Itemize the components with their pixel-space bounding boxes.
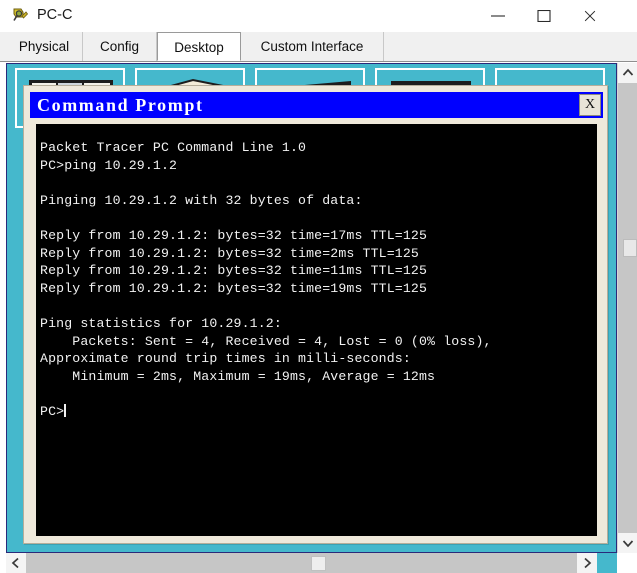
close-icon bbox=[584, 10, 596, 22]
maximize-button[interactable] bbox=[521, 0, 567, 32]
vertical-scrollbar-thumb[interactable] bbox=[620, 83, 637, 401]
horizontal-scrollbar[interactable] bbox=[6, 553, 617, 573]
tab-desktop[interactable]: Desktop bbox=[157, 32, 241, 61]
chevron-down-icon bbox=[622, 540, 634, 548]
horizontal-scrollbar-grip[interactable] bbox=[311, 556, 326, 571]
packet-tracer-icon bbox=[11, 6, 30, 25]
scroll-up-button[interactable] bbox=[618, 63, 637, 83]
chevron-up-icon bbox=[622, 68, 634, 76]
chevron-right-icon bbox=[584, 557, 592, 569]
horizontal-scrollbar-track[interactable] bbox=[26, 554, 597, 572]
command-prompt-close-label: X bbox=[584, 97, 596, 112]
scroll-down-button[interactable] bbox=[618, 533, 637, 553]
tab-config-label: Config bbox=[99, 39, 140, 54]
terminal-output: Packet Tracer PC Command Line 1.0 PC>pin… bbox=[40, 140, 492, 419]
tab-config[interactable]: Config bbox=[83, 32, 157, 61]
vertical-scrollbar-grip bbox=[623, 239, 637, 257]
window-titlebar: PC-C bbox=[0, 0, 637, 32]
desktop-panel: Command Prompt X Packet Tracer PC Comman… bbox=[6, 63, 617, 553]
terminal-cursor bbox=[64, 403, 66, 417]
maximize-icon bbox=[537, 10, 551, 22]
scrollbar-corner bbox=[597, 553, 617, 573]
command-prompt-titlebar[interactable]: Command Prompt X bbox=[30, 92, 603, 118]
tab-physical-label: Physical bbox=[18, 39, 70, 54]
pc-c-window: PC-C Physical Config Desktop Custom Inte… bbox=[0, 0, 637, 573]
scroll-left-button[interactable] bbox=[6, 553, 26, 573]
close-button[interactable] bbox=[567, 0, 613, 32]
tab-custom-interface-label: Custom Interface bbox=[260, 39, 364, 54]
command-prompt-window: Command Prompt X Packet Tracer PC Comman… bbox=[23, 85, 608, 544]
vertical-scrollbar[interactable] bbox=[617, 63, 637, 553]
command-prompt-title: Command Prompt bbox=[37, 95, 204, 115]
tab-physical[interactable]: Physical bbox=[6, 32, 83, 61]
minimize-icon bbox=[491, 15, 505, 17]
terminal-screen[interactable]: Packet Tracer PC Command Line 1.0 PC>pin… bbox=[36, 124, 597, 536]
scroll-right-button[interactable] bbox=[577, 553, 597, 573]
command-prompt-close-button[interactable]: X bbox=[579, 94, 601, 116]
tab-custom-interface[interactable]: Custom Interface bbox=[241, 32, 384, 61]
tab-desktop-label: Desktop bbox=[174, 40, 224, 55]
window-title: PC-C bbox=[37, 7, 73, 23]
tab-strip: Physical Config Desktop Custom Interface bbox=[0, 32, 637, 62]
minimize-button[interactable] bbox=[475, 0, 521, 32]
chevron-left-icon bbox=[11, 557, 19, 569]
